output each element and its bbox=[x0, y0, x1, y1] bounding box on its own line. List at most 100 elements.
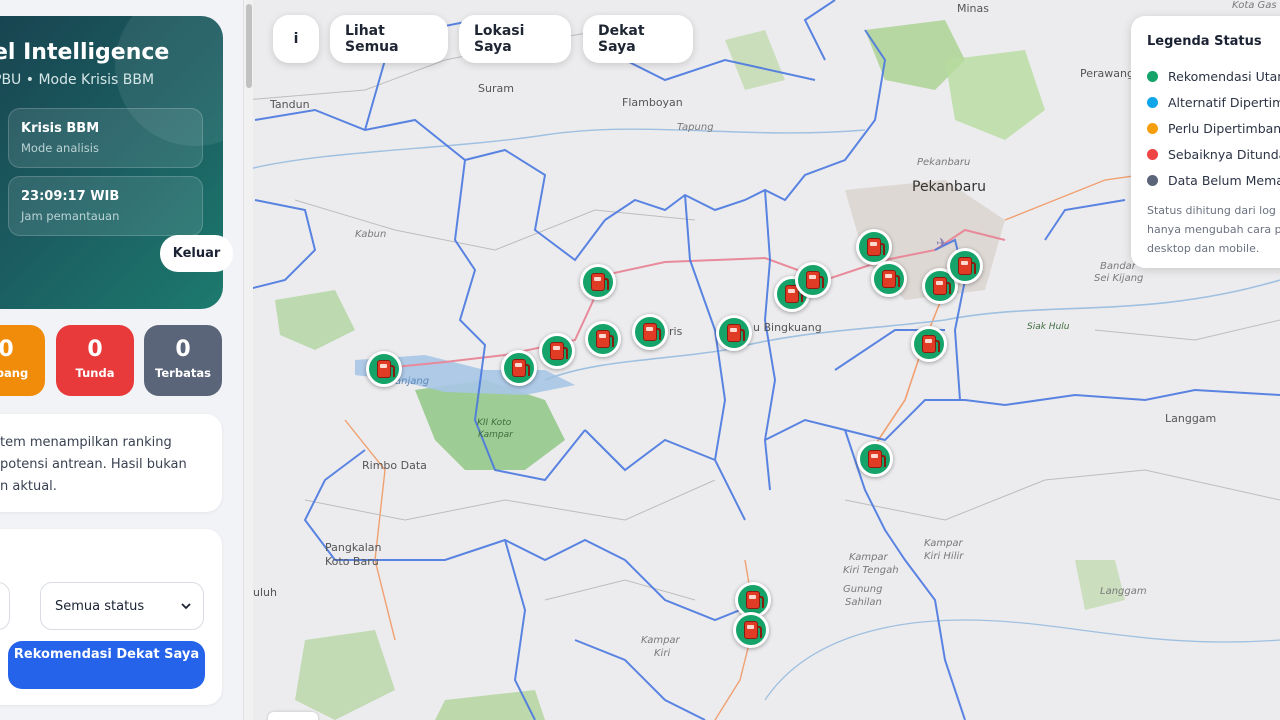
fuel-pump-icon bbox=[550, 342, 568, 360]
spbu-marker[interactable] bbox=[501, 350, 537, 386]
fuel-pump-icon bbox=[867, 238, 885, 256]
map-label-langgam: Langgam bbox=[1165, 412, 1217, 425]
map-label-koto-kampar: KII Koto bbox=[477, 418, 512, 428]
legend-item-label: Perlu Dipertimbang bbox=[1168, 120, 1280, 136]
spbu-marker[interactable] bbox=[580, 264, 616, 300]
show-all-button[interactable]: Lihat Semua bbox=[330, 15, 448, 63]
spbu-marker[interactable] bbox=[733, 612, 769, 648]
map-label-rimbo-data: Rimbo Data bbox=[362, 459, 427, 472]
status-select[interactable]: Semua status bbox=[40, 582, 204, 630]
sidebar-scrollbar[interactable] bbox=[243, 0, 253, 720]
fuel-pump-icon bbox=[744, 621, 762, 639]
map-label-pekanbaru-small: Pekanbaru bbox=[917, 157, 971, 168]
fuel-pump-icon bbox=[596, 330, 614, 348]
map-label-kampar-kiri-hilir: Kampar bbox=[924, 538, 963, 549]
map-label-pekanbaru: Pekanbaru bbox=[912, 179, 986, 195]
spbu-marker[interactable] bbox=[856, 229, 892, 265]
fuel-pump-icon bbox=[882, 270, 900, 288]
map-label-sahilan: Sahilan bbox=[845, 597, 882, 608]
legend-item: Data Belum Mema bbox=[1147, 167, 1280, 193]
my-location-button[interactable]: Lokasi Saya bbox=[459, 15, 571, 63]
map-label-siak-hulu: Siak Hulu bbox=[1027, 322, 1070, 332]
map-view[interactable]: Minas Kota Gas Perawang Suram Flamboyan … bbox=[245, 0, 1280, 720]
mode-card: Krisis BBM Mode analisis bbox=[8, 108, 203, 168]
spbu-marker[interactable] bbox=[947, 248, 983, 284]
app-title: el Intelligence bbox=[0, 40, 170, 65]
spbu-marker[interactable] bbox=[539, 333, 575, 369]
status-legend: Legenda Status Rekomendasi Utan Alternat… bbox=[1131, 16, 1280, 268]
sidebar: el Intelligence PBU • Mode Krisis BBM Kr… bbox=[0, 0, 245, 720]
fuel-pump-icon bbox=[377, 360, 395, 378]
map-zoom-control[interactable] bbox=[268, 712, 318, 720]
map-label-uluh: uluh bbox=[253, 586, 277, 599]
time-value: 23:09:17 WIB bbox=[21, 189, 120, 204]
spbu-marker[interactable] bbox=[585, 321, 621, 357]
spbu-marker[interactable] bbox=[857, 441, 893, 477]
time-label: Jam pemantauan bbox=[21, 209, 120, 223]
legend-item-label: Rekomendasi Utan bbox=[1168, 68, 1280, 84]
stat-count: 0 bbox=[0, 337, 14, 362]
disclaimer-line: potensi antrean. Hasil bukan bbox=[0, 457, 187, 472]
map-label-minas: Minas bbox=[957, 2, 989, 15]
status-dot-icon bbox=[1147, 70, 1158, 82]
fuel-pump-icon bbox=[591, 273, 609, 291]
map-label-flamboyan: Flamboyan bbox=[622, 96, 683, 109]
app-subtitle: PBU • Mode Krisis BBM bbox=[0, 72, 155, 88]
map-label-kabun: Kabun bbox=[355, 229, 387, 240]
spbu-marker[interactable] bbox=[366, 351, 402, 387]
scrollbar-thumb[interactable] bbox=[246, 4, 252, 88]
fuel-pump-icon bbox=[806, 271, 824, 289]
filter-panel: Semua status Rekomendasi Dekat Saya bbox=[0, 529, 222, 705]
status-select-value: Semua status bbox=[55, 598, 145, 614]
stat-count: 0 bbox=[175, 337, 191, 362]
map-label-koto-baru: Koto Baru bbox=[325, 555, 379, 568]
status-dot-icon bbox=[1147, 122, 1158, 134]
near-me-button[interactable]: Dekat Saya bbox=[583, 15, 693, 63]
map-label-kampar-kiri-tengah-2: Kiri Tengah bbox=[843, 565, 899, 576]
fuel-pump-icon bbox=[746, 591, 764, 609]
disclaimer-line: n aktual. bbox=[0, 479, 57, 494]
search-input[interactable] bbox=[0, 582, 10, 630]
airport-icon: ✈ bbox=[936, 236, 948, 252]
map-label-koto-kampar-2: Kampar bbox=[478, 430, 513, 440]
spbu-marker[interactable] bbox=[871, 261, 907, 297]
stat-label: Tunda bbox=[75, 366, 115, 380]
map-label-pangkalan: Pangkalan bbox=[325, 541, 382, 554]
fuel-pump-icon bbox=[868, 450, 886, 468]
map-label-tapung: Tapung bbox=[677, 122, 714, 133]
spbu-marker[interactable] bbox=[716, 315, 752, 351]
map-label-perawang: Perawang bbox=[1080, 67, 1134, 80]
spbu-marker[interactable] bbox=[795, 262, 831, 298]
stat-limited[interactable]: 0 Terbatas bbox=[144, 325, 222, 396]
stat-count: 0 bbox=[87, 337, 103, 362]
legend-item-label: Sebaiknya Ditunda bbox=[1168, 146, 1280, 162]
spbu-marker[interactable] bbox=[911, 326, 947, 362]
stat-consider[interactable]: 0 mbang bbox=[0, 325, 45, 396]
map-label-kampar-kiri: Kampar bbox=[641, 635, 680, 646]
time-card: 23:09:17 WIB Jam pemantauan bbox=[8, 176, 203, 236]
disclaimer-box: tem menampilkan ranking potensi antrean.… bbox=[0, 414, 222, 512]
legend-note-line: hanya mengubah cara p bbox=[1147, 223, 1280, 236]
chevron-down-icon bbox=[181, 603, 191, 610]
logout-button[interactable]: Keluar bbox=[160, 235, 233, 272]
recommend-nearby-button[interactable]: Rekomendasi Dekat Saya bbox=[8, 641, 205, 689]
legend-item: Alternatif Dipertim bbox=[1147, 89, 1280, 115]
legend-item: Sebaiknya Ditunda bbox=[1147, 141, 1280, 167]
fuel-pump-icon bbox=[922, 335, 940, 353]
stat-label: mbang bbox=[0, 366, 29, 380]
map-label-langgam-2: Langgam bbox=[1100, 586, 1147, 597]
map-label-sei-kijang: Sei Kijang bbox=[1094, 273, 1144, 284]
disclaimer-line: tem menampilkan ranking bbox=[0, 435, 172, 450]
map-label-kampar-kiri-2: Kiri bbox=[654, 648, 671, 659]
status-dot-icon bbox=[1147, 174, 1158, 186]
status-dot-icon bbox=[1147, 96, 1158, 108]
fuel-pump-icon bbox=[727, 324, 745, 342]
map-label-kampar-kiri-tengah: Kampar bbox=[849, 552, 888, 563]
mode-label: Mode analisis bbox=[21, 141, 99, 155]
info-button[interactable]: i bbox=[273, 15, 319, 63]
map-label-tandun: Tandun bbox=[270, 98, 310, 111]
stat-label: Terbatas bbox=[155, 366, 211, 380]
map-label-bangkinang: u Bingkuang bbox=[753, 321, 822, 334]
spbu-marker[interactable] bbox=[632, 314, 668, 350]
stat-postpone[interactable]: 0 Tunda bbox=[56, 325, 134, 396]
